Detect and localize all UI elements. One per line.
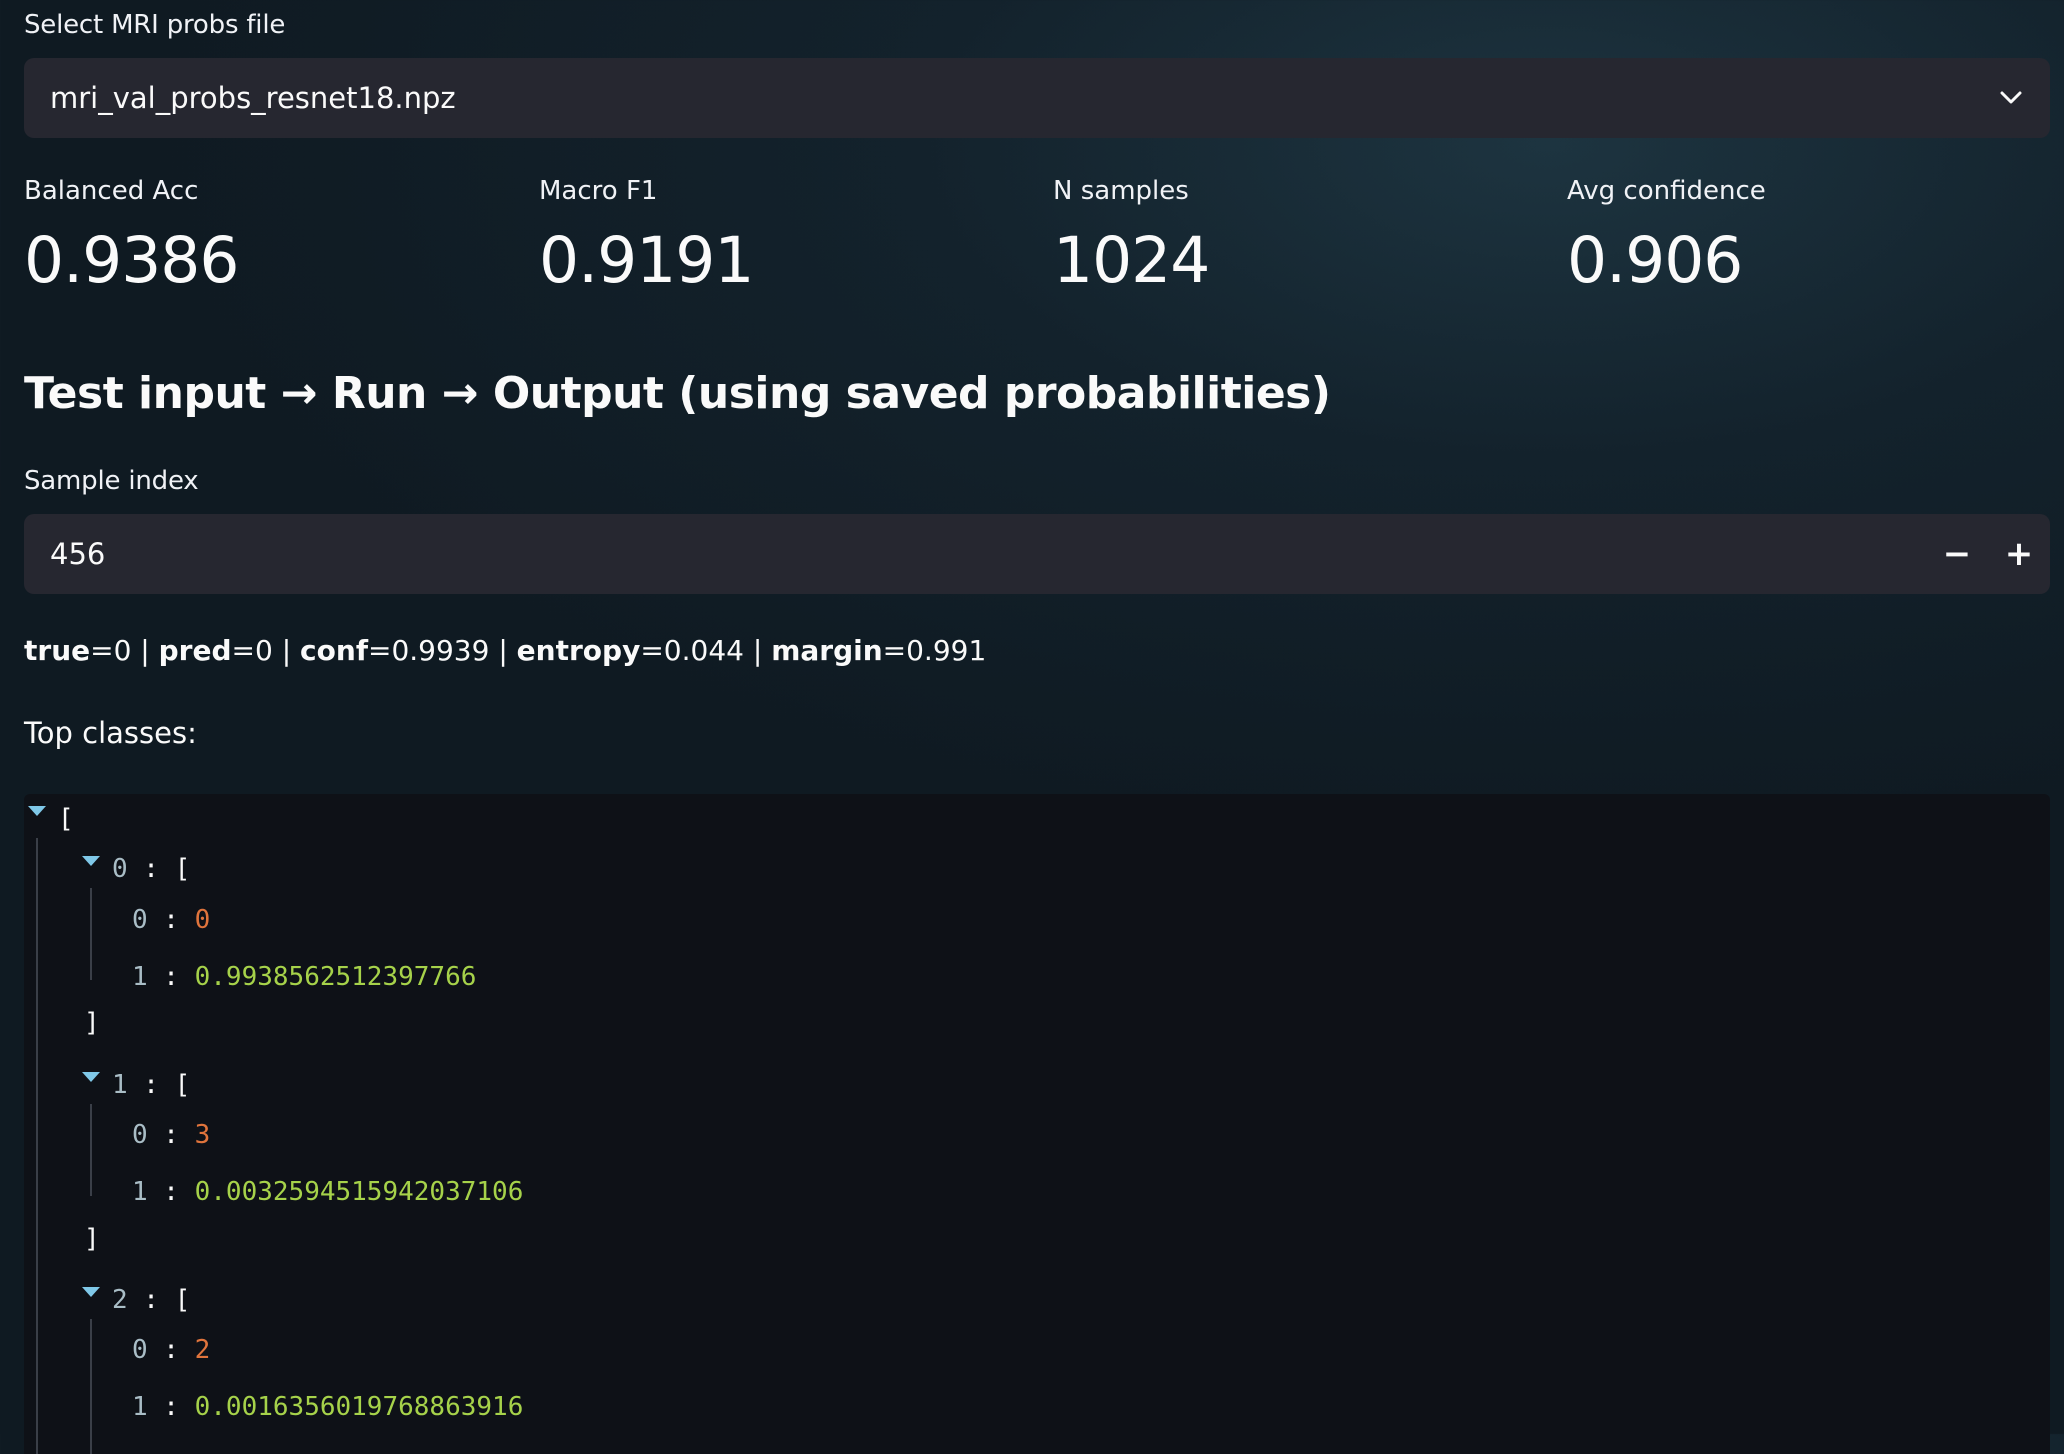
sample-index-value[interactable]: 456 (24, 537, 1926, 571)
json-viewer: [ 0 : [ 0 : 0 1 : 0.9938562512397766 ] 1… (24, 794, 2050, 1454)
caret-down-icon[interactable] (82, 1287, 100, 1297)
metric-balanced-acc: Balanced Acc 0.9386 (24, 176, 524, 297)
pred-label: pred (158, 634, 232, 667)
json-indent-line (36, 838, 38, 1454)
prediction-info: true=0 | pred=0 | conf=0.9939 | entropy=… (24, 634, 986, 667)
metric-label: Macro F1 (539, 176, 658, 206)
json-entry-header: 1 : [ (112, 1070, 191, 1100)
margin-label: margin (771, 634, 883, 667)
json-item: 0 : 0 (132, 905, 211, 935)
json-close-bracket: ] (84, 1008, 100, 1038)
margin-value: =0.991 (882, 634, 987, 667)
json-entry-header: 0 : [ (112, 854, 191, 884)
true-value: =0 | (90, 634, 159, 667)
metric-label: Balanced Acc (24, 176, 199, 206)
json-close-bracket: ] (84, 1224, 100, 1254)
pred-value: =0 | (231, 634, 301, 667)
file-select-value: mri_val_probs_resnet18.npz (50, 81, 456, 115)
metric-n-samples: N samples 1024 (1053, 176, 1553, 297)
section-heading: Test input → Run → Output (using saved p… (24, 368, 1331, 419)
sample-index-input[interactable]: 456 − + (24, 514, 2050, 594)
metric-value: 0.9386 (24, 224, 239, 297)
top-classes-label: Top classes: (24, 716, 197, 750)
metrics-row: Balanced Acc 0.9386 Macro F1 0.9191 N sa… (24, 176, 2050, 306)
chevron-down-icon (1998, 85, 2024, 111)
json-indent-line (90, 888, 92, 980)
conf-value: =0.9939 | (368, 634, 517, 667)
file-select-label: Select MRI probs file (24, 10, 286, 40)
json-entry-header: 2 : [ (112, 1285, 191, 1315)
conf-label: conf (300, 634, 368, 667)
metric-avg-confidence: Avg confidence 0.906 (1567, 176, 2064, 297)
metric-label: N samples (1053, 176, 1189, 206)
json-indent-line (90, 1104, 92, 1196)
increment-button[interactable]: + (1988, 514, 2050, 594)
json-item: 1 : 0.9938562512397766 (132, 962, 477, 992)
entropy-value: =0.044 | (640, 634, 772, 667)
sample-index-label: Sample index (24, 466, 199, 496)
metric-macro-f1: Macro F1 0.9191 (539, 176, 1039, 297)
caret-down-icon[interactable] (82, 856, 100, 866)
metric-value: 0.9191 (539, 224, 754, 297)
decrement-button[interactable]: − (1926, 514, 1988, 594)
json-item: 1 : 0.0016356019768863916 (132, 1392, 524, 1422)
file-select[interactable]: mri_val_probs_resnet18.npz (24, 58, 2050, 138)
json-item: 0 : 3 (132, 1120, 211, 1150)
true-label: true (24, 634, 91, 667)
metric-value: 1024 (1053, 224, 1210, 297)
json-item: 1 : 0.0032594515942037106 (132, 1177, 524, 1207)
metric-value: 0.906 (1567, 224, 1743, 297)
json-open-bracket: [ (58, 804, 74, 834)
caret-down-icon[interactable] (28, 806, 46, 816)
entropy-label: entropy (516, 634, 641, 667)
json-item: 0 : 2 (132, 1335, 211, 1365)
caret-down-icon[interactable] (82, 1072, 100, 1082)
metric-label: Avg confidence (1567, 176, 1766, 206)
